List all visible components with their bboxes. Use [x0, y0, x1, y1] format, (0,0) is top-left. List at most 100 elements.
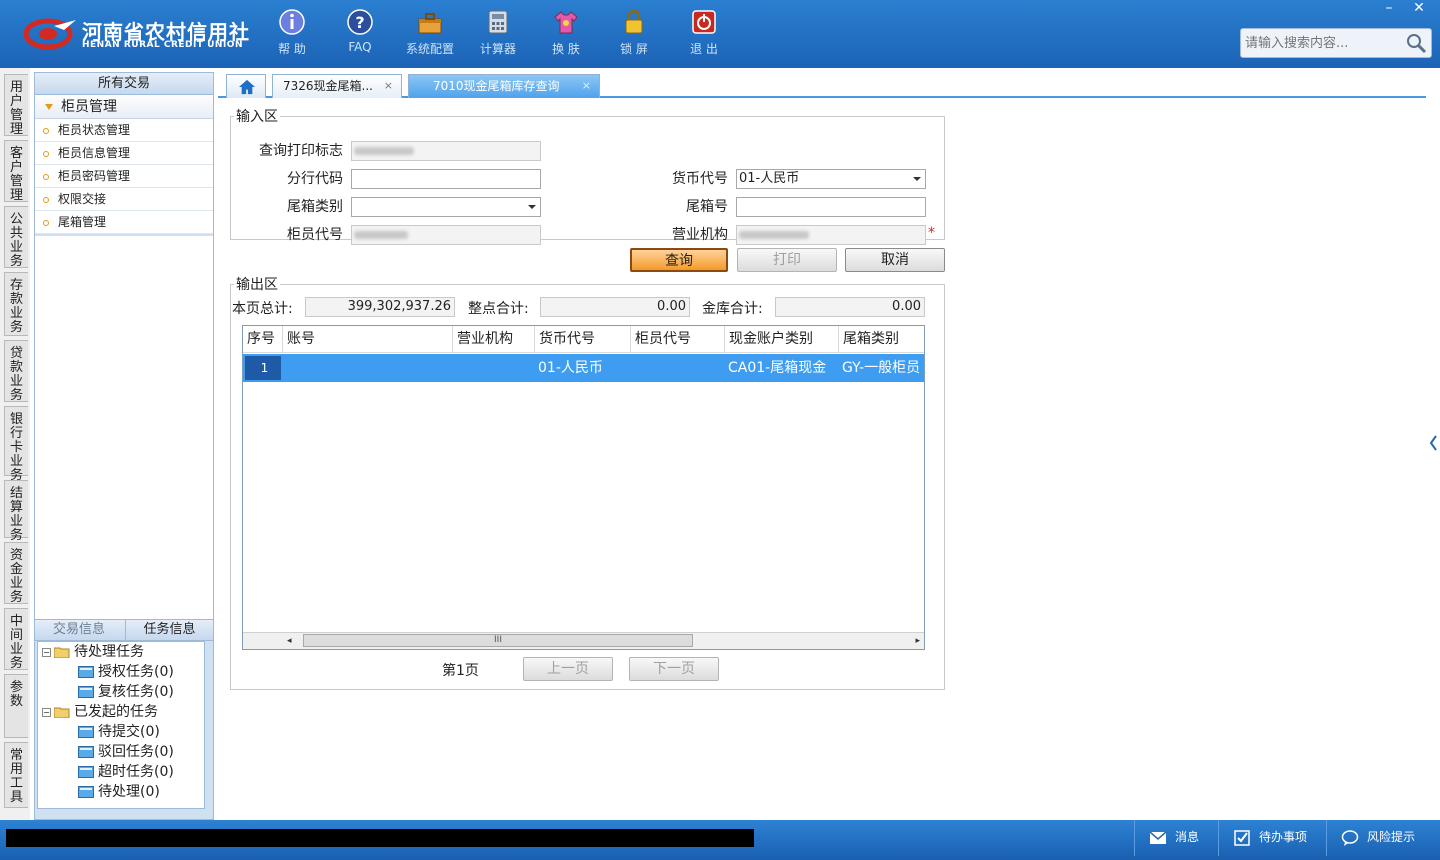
collapse-icon[interactable]: −	[42, 707, 51, 717]
close-window-button[interactable]: ✕	[1404, 0, 1434, 16]
collapse-icon[interactable]: −	[42, 647, 51, 657]
scrollbar-thumb[interactable]: III	[303, 634, 693, 647]
module-tab-settlement[interactable]: 结算业务	[4, 480, 28, 543]
tab-trade-info[interactable]: 交易信息	[35, 620, 123, 640]
folder-open-icon	[54, 707, 70, 718]
status-message-area	[6, 829, 754, 847]
row-currency: 01-人民币	[538, 360, 603, 376]
sidebar-header: 所有交易	[35, 73, 213, 95]
calculator-button[interactable]: 计算器	[468, 8, 528, 60]
chat-bubble-icon	[1341, 829, 1359, 846]
messages-button[interactable]: 消息	[1134, 820, 1214, 856]
column-header[interactable]: 账号	[283, 326, 453, 353]
scroll-right-icon[interactable]: ▸	[915, 636, 920, 646]
box-type-select[interactable]	[351, 197, 541, 217]
module-tab-user[interactable]: 用户管理	[4, 74, 28, 137]
search-icon[interactable]	[1405, 32, 1427, 54]
sidebar-item-cashbox[interactable]: 尾箱管理	[35, 211, 213, 234]
tree-node-review[interactable]: 复核任务(0)	[78, 682, 174, 702]
search-input[interactable]	[1245, 33, 1405, 53]
tree-node-rejected[interactable]: 驳回任务(0)	[78, 742, 174, 762]
module-tab-customer[interactable]: 客户管理	[4, 140, 28, 203]
box-no-input[interactable]	[736, 197, 926, 217]
sidebar-item-teller-status[interactable]: 柜员状态管理	[35, 119, 213, 142]
module-tab-params[interactable]: 参数	[4, 674, 28, 738]
tab-label: 7010现金尾箱库存查询	[433, 79, 560, 93]
tab-cashbox-inventory-7010[interactable]: 7010现金尾箱库存查询 ×	[408, 74, 600, 98]
module-tab-label: 资金业务	[9, 548, 23, 605]
tree-node-label: 待处理任务	[74, 644, 144, 660]
currency-value: 01-人民币	[739, 171, 800, 186]
exit-button[interactable]: 退 出	[674, 8, 734, 60]
query-button[interactable]: 查询	[630, 248, 728, 272]
svg-text:?: ?	[355, 13, 364, 32]
tree-node-to-handle[interactable]: 待处理(0)	[78, 782, 160, 802]
window-controls: – ✕	[1374, 0, 1434, 18]
calculator-label: 计算器	[479, 42, 516, 56]
module-tab-intermediary[interactable]: 中间业务	[4, 608, 28, 671]
bundle-total-label: 整点合计:	[468, 301, 529, 317]
system-config-button[interactable]: 系统配置	[400, 8, 460, 60]
scroll-left-icon[interactable]: ◂	[287, 636, 292, 646]
lock-screen-button[interactable]: 锁 屏	[604, 8, 664, 60]
tab-home[interactable]	[226, 74, 266, 98]
module-tab-label: 客户管理	[9, 146, 23, 203]
toolbox-icon	[418, 13, 442, 34]
sidebar-item-teller-info[interactable]: 柜员信息管理	[35, 142, 213, 165]
sidebar-empty-area	[35, 236, 213, 619]
help-icon: ?	[347, 9, 373, 35]
tree-node-auth[interactable]: 授权任务(0)	[78, 662, 174, 682]
next-page-button[interactable]: 下一页	[629, 657, 719, 681]
sidebar-category-teller[interactable]: 柜员管理	[35, 95, 213, 119]
right-panel-handle[interactable]	[1426, 420, 1440, 466]
help-button[interactable]: 帮 助	[262, 8, 322, 60]
column-header[interactable]: 营业机构	[453, 326, 535, 353]
prev-page-button[interactable]: 上一页	[523, 657, 613, 681]
close-tab-icon[interactable]: ×	[582, 75, 591, 97]
sidebar-item-label: 权限交接	[58, 192, 107, 206]
tree-node-label: 超时任务(0)	[98, 764, 174, 780]
tree-node-initiated[interactable]: − 已发起的任务	[42, 702, 158, 722]
module-tab-card[interactable]: 银行卡业务	[4, 406, 28, 483]
todo-button[interactable]: 待办事项	[1218, 820, 1322, 856]
logo-mark-icon	[24, 18, 76, 50]
risk-alert-button[interactable]: 风险提示	[1326, 820, 1436, 856]
tree-node-pending[interactable]: − 待处理任务	[42, 642, 144, 662]
status-bar: 消息 待办事项 风险提示	[0, 820, 1440, 860]
print-button[interactable]: 打印	[737, 248, 837, 272]
tab-task-info[interactable]: 任务信息	[125, 620, 213, 640]
table-row[interactable]: 1 01-人民币 CA01-尾箱现金 GY-一般柜员	[243, 354, 924, 382]
tree-node-to-submit[interactable]: 待提交(0)	[78, 722, 160, 742]
column-header[interactable]: 尾箱类别	[839, 326, 924, 353]
tab-cashbox-7326[interactable]: 7326现金尾箱... ×	[272, 74, 402, 98]
tree-node-label: 待处理(0)	[98, 784, 160, 800]
column-header[interactable]: 序号	[243, 326, 283, 353]
masked-value	[354, 230, 408, 239]
branch-code-input[interactable]	[351, 169, 541, 189]
module-tab-deposit[interactable]: 存款业务	[4, 272, 28, 336]
column-header[interactable]: 柜员代号	[631, 326, 725, 353]
module-tab-public[interactable]: 公共业务	[4, 206, 28, 269]
close-tab-icon[interactable]: ×	[384, 75, 393, 97]
task-icon	[78, 766, 94, 778]
sidebar-item-permission-handover[interactable]: 权限交接	[35, 188, 213, 211]
horizontal-scrollbar[interactable]: ◂ III ▸	[243, 632, 924, 649]
module-tab-fund[interactable]: 资金业务	[4, 542, 28, 605]
module-tab-tools[interactable]: 常用工具	[4, 742, 28, 808]
tree-node-timeout[interactable]: 超时任务(0)	[78, 762, 174, 782]
minimize-button[interactable]: –	[1374, 0, 1404, 16]
module-tab-label: 参数	[9, 680, 23, 709]
cancel-button[interactable]: 取消	[845, 248, 945, 272]
sidebar-item-teller-password[interactable]: 柜员密码管理	[35, 165, 213, 188]
vault-total-value: 0.00	[775, 297, 925, 317]
main-content: 输入区 查询打印标志 分行代码 货币代号 01-人民币 尾箱类别 尾箱号 柜员代…	[218, 98, 1426, 820]
faq-button[interactable]: ? FAQ	[330, 8, 390, 60]
row-box-type: GY-一般柜员	[842, 360, 921, 376]
module-tab-loan[interactable]: 贷款业务	[4, 340, 28, 403]
column-header[interactable]: 货币代号	[535, 326, 631, 353]
currency-select[interactable]: 01-人民币	[736, 169, 926, 189]
column-header[interactable]: 现金账户类别	[725, 326, 839, 353]
currency-label: 货币代号	[672, 171, 728, 187]
org-label: 营业机构	[672, 227, 728, 243]
skin-button[interactable]: 换 肤	[536, 8, 596, 60]
